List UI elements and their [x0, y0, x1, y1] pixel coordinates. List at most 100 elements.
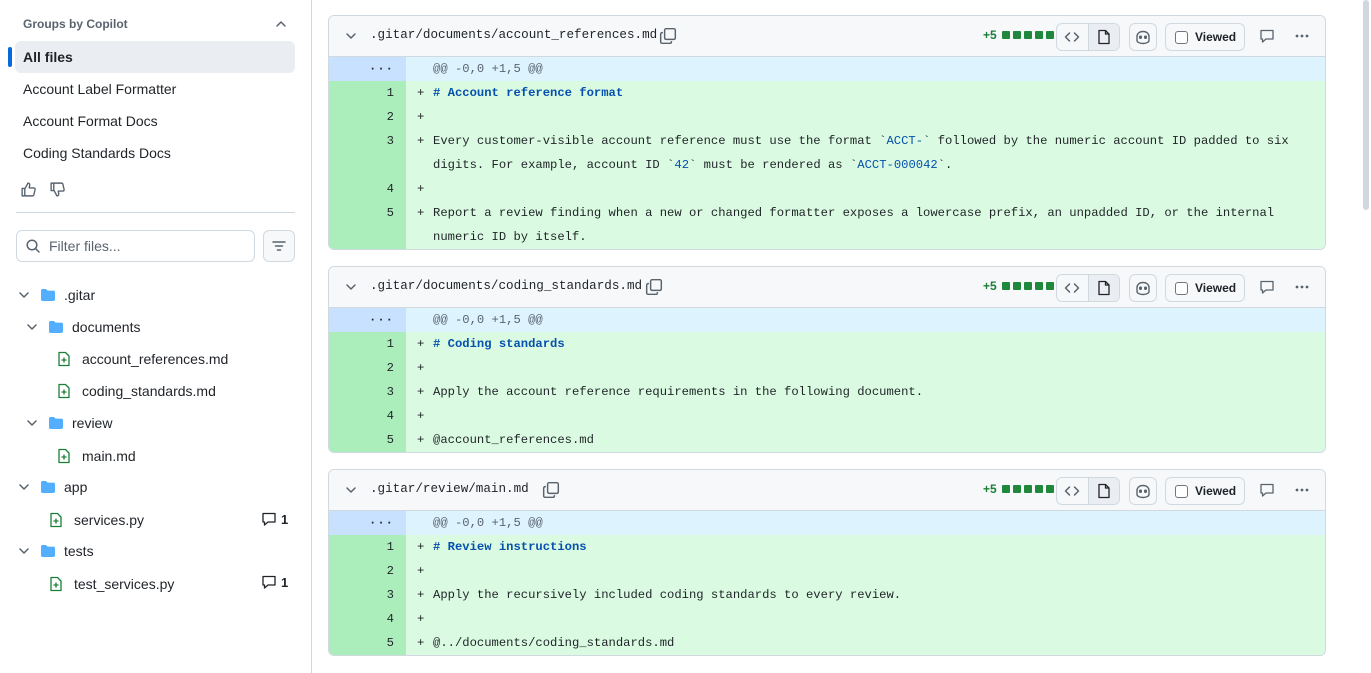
rich-view-button[interactable]	[1087, 24, 1119, 50]
group-account-label-formatter[interactable]: Account Label Formatter	[15, 73, 295, 105]
chevron-down-icon	[19, 548, 29, 554]
expand-hunk-button[interactable]: ···	[329, 308, 406, 332]
viewed-checkbox[interactable]	[1175, 484, 1188, 498]
line-number[interactable]: 2	[329, 559, 406, 583]
line-number[interactable]: 3	[329, 583, 406, 607]
group-all-files[interactable]: All files	[8, 41, 295, 73]
line-number[interactable]: 2	[329, 105, 406, 129]
viewed-button[interactable]: Viewed	[1165, 23, 1245, 51]
viewed-checkbox[interactable]	[1175, 281, 1188, 295]
hunk-text: @@ -0,0 +1,5 @@	[406, 57, 1325, 81]
copy-icon[interactable]	[659, 27, 677, 45]
filter-files-field[interactable]	[16, 230, 255, 262]
thumbs-down-icon[interactable]	[49, 181, 66, 198]
hunk-header: ··· @@ -0,0 +1,5 @@	[329, 57, 1325, 81]
added-line: 3 + Apply the recursively included coding …	[329, 583, 1325, 607]
expand-hunk-button[interactable]: ···	[329, 57, 406, 81]
source-view-button[interactable]	[1057, 24, 1088, 50]
viewed-button[interactable]: Viewed	[1165, 274, 1245, 302]
tree-label: documents	[72, 319, 141, 335]
tree-folder-review[interactable]: review	[24, 407, 112, 439]
comment-icon[interactable]	[1259, 482, 1275, 498]
viewed-button[interactable]: Viewed	[1165, 477, 1245, 505]
tree-file-services[interactable]: services.py	[48, 504, 144, 536]
file-path[interactable]: .gitar/documents/account_references.md	[370, 28, 657, 42]
added-marker: +	[417, 612, 425, 626]
line-number[interactable]: 5	[329, 201, 406, 249]
file-sidebar: Groups by Copilot All files Account Labe…	[0, 0, 312, 673]
comment-count-services: 1	[261, 503, 288, 535]
added-line: 2 +	[329, 105, 1325, 129]
source-view-button[interactable]	[1057, 275, 1088, 301]
tree-file-coding-standards[interactable]: coding_standards.md	[56, 375, 216, 407]
group-coding-standards-docs[interactable]: Coding Standards Docs	[15, 137, 295, 169]
diffstat-block	[1001, 282, 1010, 290]
line-number[interactable]: 3	[329, 129, 406, 177]
tree-folder-tests[interactable]: tests	[16, 535, 94, 567]
tree-folder-app[interactable]: app	[16, 471, 87, 503]
kebab-icon[interactable]	[1294, 482, 1310, 498]
divider	[16, 212, 295, 213]
code-icon	[1065, 32, 1080, 42]
line-number[interactable]: 5	[329, 428, 406, 452]
scrollbar[interactable]	[1363, 0, 1369, 210]
tree-file-account-references[interactable]: account_references.md	[56, 343, 228, 375]
added-line: 5 + @../documents/coding_standards.md	[329, 631, 1325, 655]
tree-file-main[interactable]: main.md	[56, 440, 136, 472]
chevron-down-icon[interactable]	[343, 482, 359, 498]
tree-folder-gitar[interactable]: .gitar	[16, 279, 95, 311]
filter-icon	[272, 241, 286, 251]
kebab-icon[interactable]	[1294, 279, 1310, 295]
filter-files-input[interactable]	[49, 238, 239, 254]
chevron-down-icon[interactable]	[343, 28, 359, 44]
kebab-icon[interactable]	[1294, 28, 1310, 44]
file-icon	[1098, 280, 1110, 296]
viewed-checkbox[interactable]	[1175, 30, 1188, 44]
inline-code: ACCT-	[886, 134, 924, 148]
tree-file-test-services[interactable]: test_services.py	[48, 568, 174, 600]
line-number[interactable]: 3	[329, 380, 406, 404]
diff-file-card: .gitar/documents/account_references.md +5…	[328, 15, 1326, 250]
line-number[interactable]: 5	[329, 631, 406, 655]
line-number[interactable]: 2	[329, 356, 406, 380]
line-content: +	[406, 559, 1325, 583]
line-number[interactable]: 1	[329, 332, 406, 356]
filter-options-button[interactable]	[263, 230, 295, 262]
folder-icon	[41, 481, 55, 493]
rich-view-button[interactable]	[1087, 275, 1119, 301]
source-view-button[interactable]	[1057, 478, 1088, 504]
line-content: +	[406, 177, 1325, 201]
line-number[interactable]: 4	[329, 177, 406, 201]
folder-icon	[49, 417, 63, 429]
comment-icon[interactable]	[1259, 279, 1275, 295]
expand-hunk-button[interactable]: ···	[329, 511, 406, 535]
thumbs-up-icon[interactable]	[20, 181, 37, 198]
groups-header[interactable]: Groups by Copilot	[23, 14, 289, 34]
file-added-icon	[50, 576, 62, 592]
group-account-format-docs[interactable]: Account Format Docs	[15, 105, 295, 137]
line-number[interactable]: 4	[329, 404, 406, 428]
copilot-button[interactable]	[1129, 23, 1157, 51]
file-path[interactable]: .gitar/documents/coding_standards.md	[370, 279, 642, 293]
line-number[interactable]: 4	[329, 607, 406, 631]
copilot-button[interactable]	[1129, 477, 1157, 505]
diffstat-block	[1045, 485, 1054, 493]
copilot-button[interactable]	[1129, 274, 1157, 302]
tree-folder-documents[interactable]: documents	[24, 311, 140, 343]
chevron-up-icon[interactable]	[273, 16, 289, 32]
folder-icon	[41, 545, 55, 557]
line-content: + Report a review finding when a new or c…	[406, 201, 1325, 249]
rich-view-button[interactable]	[1087, 478, 1119, 504]
comment-icon[interactable]	[1259, 28, 1275, 44]
file-path[interactable]: .gitar/review/main.md	[370, 482, 529, 496]
copy-icon[interactable]	[645, 278, 663, 296]
hunk-text: @@ -0,0 +1,5 @@	[406, 511, 1325, 535]
added-marker: +	[417, 409, 425, 423]
line-content: + @account_references.md	[406, 428, 1325, 452]
line-text: @account_references.md	[433, 433, 594, 447]
chevron-down-icon[interactable]	[343, 279, 359, 295]
line-number[interactable]: 1	[329, 81, 406, 105]
copy-icon[interactable]	[542, 481, 560, 499]
line-number[interactable]: 1	[329, 535, 406, 559]
added-line: 5 + Report a review finding when a new or …	[329, 201, 1325, 249]
